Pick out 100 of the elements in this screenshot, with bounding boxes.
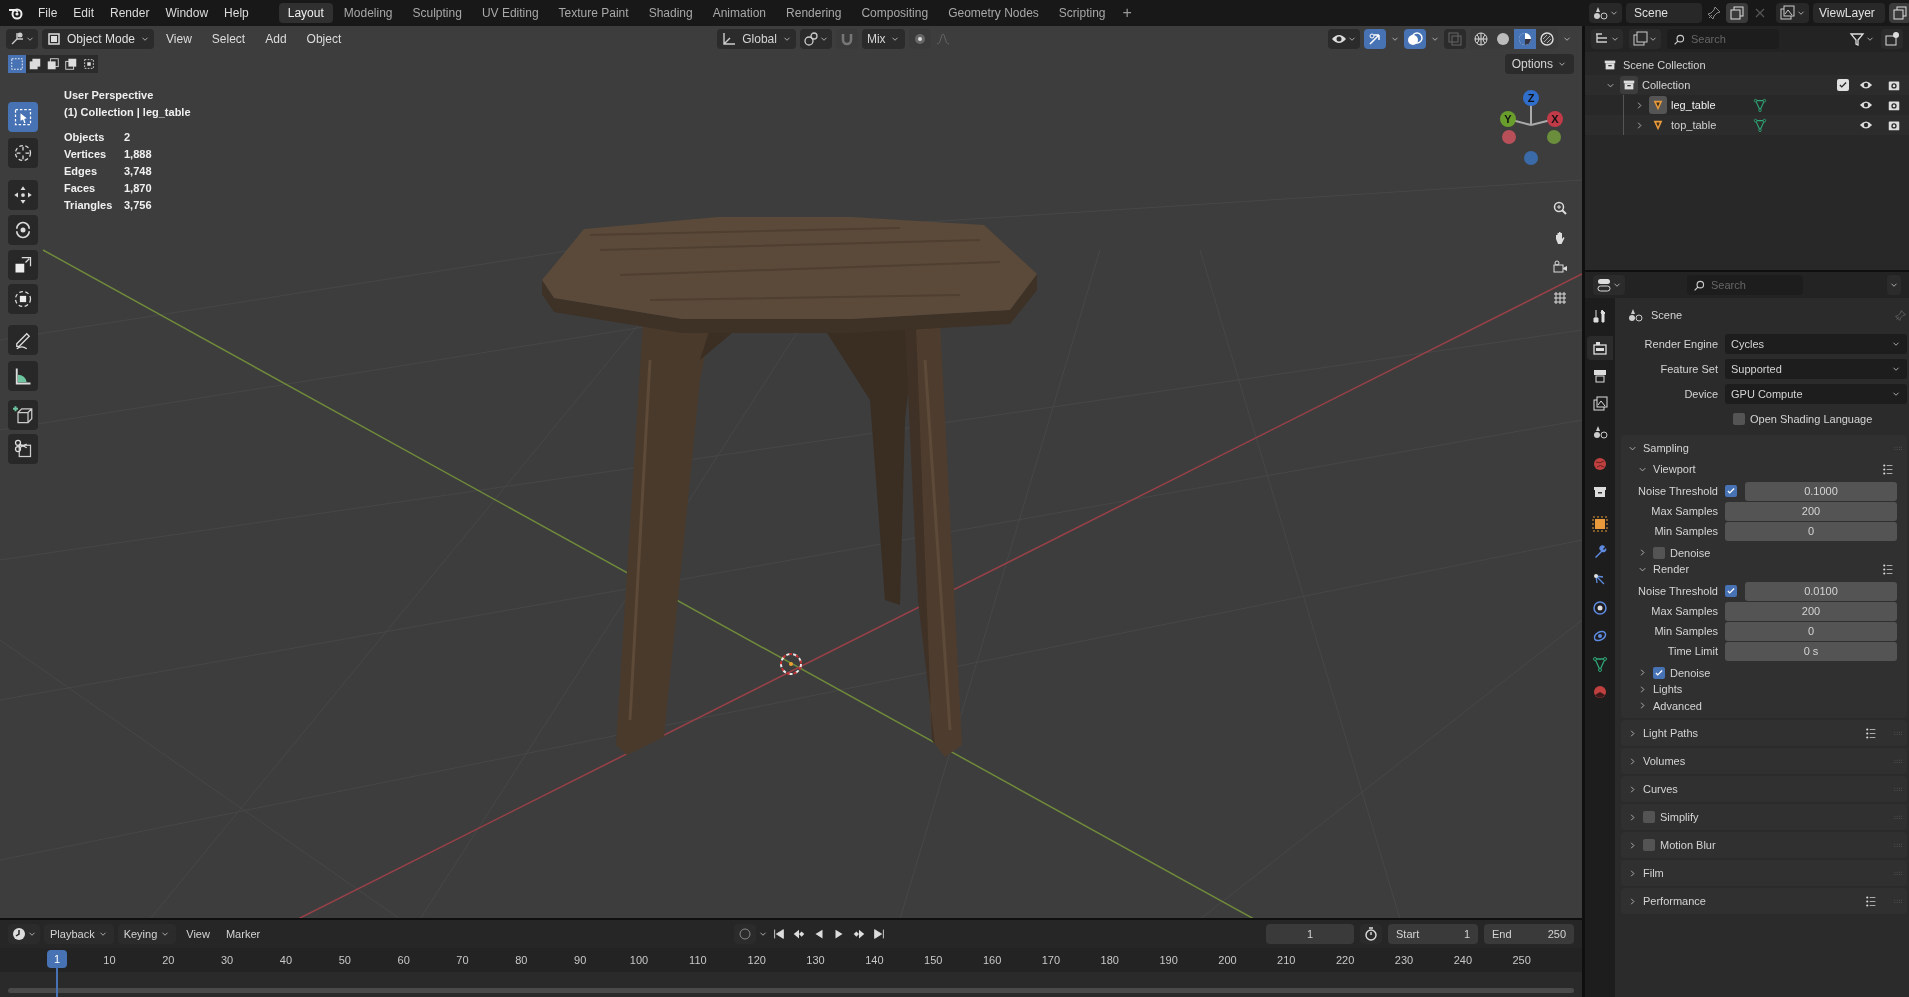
frame-number: 130: [805, 952, 826, 968]
dropdown-field[interactable]: GPU Compute: [1725, 384, 1907, 404]
frame-number: 60: [396, 952, 411, 968]
frame-number: 20: [161, 952, 176, 968]
workspace-tab[interactable]: UV Editing: [472, 3, 548, 23]
current-frame-field[interactable]: 1: [1266, 924, 1354, 944]
panel-title[interactable]: Simplify: [1660, 808, 1699, 826]
view-layer-name-field[interactable]: ViewLayer: [1813, 3, 1885, 23]
frame-number: 170: [1040, 952, 1062, 968]
search-field[interactable]: Search: [1687, 275, 1803, 295]
stat-label: Objects: [64, 130, 106, 145]
field-label: Feature Set: [1659, 361, 1719, 377]
dropdown-field[interactable]: Cycles: [1725, 334, 1907, 354]
panel-title[interactable]: Motion Blur: [1660, 836, 1716, 854]
menu-item[interactable]: Help: [216, 4, 257, 22]
field-label: Max Samples: [1650, 503, 1719, 519]
field-label: Min Samples: [1653, 523, 1719, 539]
orientation-dropdown[interactable]: Global: [717, 29, 796, 49]
options-dropdown[interactable]: Options: [1504, 54, 1574, 74]
panel-title[interactable]: Light Paths: [1643, 724, 1699, 742]
timeline-menu-dropdown[interactable]: Playback: [44, 924, 114, 944]
snap-target-dropdown[interactable]: Mix: [861, 29, 905, 49]
workspace-tab[interactable]: Sculpting: [403, 3, 471, 23]
frame-number: 210: [1276, 952, 1297, 968]
workspace-tab[interactable]: Layout: [278, 3, 333, 23]
add-workspace-button[interactable]: +: [1116, 1, 1138, 25]
stat-label: Triangles: [64, 198, 114, 213]
frame-number: 70: [455, 952, 470, 968]
checkbox-label: Open Shading Language: [1750, 411, 1873, 427]
number-field[interactable]: 0: [1725, 621, 1897, 641]
header-menu[interactable]: Object: [298, 30, 350, 48]
header-menu[interactable]: Add: [257, 30, 295, 48]
playhead-frame[interactable]: 1: [47, 950, 67, 968]
frame-number: 50: [337, 952, 352, 968]
menu-item[interactable]: File: [30, 4, 66, 22]
axis-handle[interactable]: Y: [1500, 111, 1516, 127]
number-field[interactable]: 0.0100: [1745, 581, 1897, 601]
panel-title[interactable]: Denoise: [1670, 664, 1711, 681]
number-field[interactable]: 0: [1725, 521, 1897, 541]
panel-title[interactable]: Advanced: [1653, 697, 1702, 714]
active-object-info: (1) Collection | leg_table: [64, 105, 191, 120]
stat-label: Vertices: [64, 147, 108, 162]
panel-title[interactable]: Film: [1643, 864, 1664, 882]
frame-number: 120: [746, 952, 767, 968]
panel-title[interactable]: Render: [1653, 561, 1690, 578]
frame-number: 250: [1511, 952, 1532, 968]
menu-item[interactable]: Window: [157, 4, 217, 22]
panel-title[interactable]: Performance: [1643, 892, 1706, 910]
frame-number: 110: [688, 952, 708, 968]
field-label: Time Limit: [1666, 643, 1719, 659]
stat-value: 1,888: [124, 147, 153, 162]
dropdown-field[interactable]: Supported: [1725, 359, 1907, 379]
axis-handle[interactable]: X: [1547, 111, 1563, 127]
number-field[interactable]: 200: [1725, 601, 1897, 621]
number-field[interactable]: 0.1000: [1745, 481, 1897, 501]
search-field[interactable]: Search: [1667, 29, 1779, 49]
field-label: Device: [1683, 386, 1719, 402]
workspace-tab[interactable]: Modeling: [334, 3, 402, 23]
header-menu[interactable]: View: [158, 30, 200, 48]
axis-handle[interactable]: Z: [1523, 90, 1539, 106]
stat-value: 2: [124, 130, 132, 145]
workspace-tab[interactable]: Rendering: [777, 3, 851, 23]
stat-value: 3,756: [124, 198, 153, 213]
mode-dropdown[interactable]: Object Mode: [42, 29, 155, 49]
timeline-menu[interactable]: View: [180, 925, 216, 943]
outliner-item[interactable]: Scene Collection: [1623, 56, 1706, 74]
header-menu[interactable]: Select: [203, 30, 254, 48]
start-frame-field[interactable]: Start 1: [1388, 924, 1478, 944]
panel-title[interactable]: Curves: [1643, 780, 1678, 798]
end-frame-field[interactable]: End 250: [1484, 924, 1574, 944]
workspace-tab[interactable]: Texture Paint: [549, 3, 638, 23]
frame-number: 240: [1452, 952, 1473, 968]
stat-label: Edges: [64, 164, 98, 179]
panel-title[interactable]: Lights: [1653, 681, 1683, 698]
workspace-tab[interactable]: Scripting: [1049, 3, 1115, 23]
frame-number: 160: [981, 952, 1003, 968]
frame-number: 100: [628, 952, 650, 968]
field-label: Max Samples: [1650, 603, 1719, 619]
panel-title[interactable]: Viewport: [1653, 461, 1696, 478]
outliner-item[interactable]: leg_table: [1671, 96, 1749, 114]
panel-title[interactable]: Volumes: [1643, 752, 1686, 770]
scene-name-field[interactable]: Scene: [1626, 3, 1702, 23]
frame-number: 30: [220, 952, 235, 968]
frame-number: 180: [1099, 952, 1120, 968]
menu-item[interactable]: Render: [102, 4, 158, 22]
panel-title[interactable]: Sampling: [1643, 439, 1689, 457]
outliner-item[interactable]: Collection: [1642, 76, 1691, 94]
timeline-menu-dropdown[interactable]: Keying: [117, 924, 177, 944]
menu-item[interactable]: Edit: [65, 4, 103, 22]
frame-number: 90: [573, 952, 588, 968]
workspace-tab[interactable]: Animation: [703, 3, 776, 23]
panel-title[interactable]: Denoise: [1670, 544, 1711, 561]
number-field[interactable]: 0 s: [1725, 641, 1897, 661]
context-label: Scene: [1651, 307, 1683, 323]
workspace-tab[interactable]: Compositing: [852, 3, 938, 23]
workspace-tab[interactable]: Shading: [639, 3, 702, 23]
workspace-tab[interactable]: Geometry Nodes: [939, 3, 1048, 23]
number-field[interactable]: 200: [1725, 501, 1897, 521]
stat-label: Faces: [64, 181, 97, 196]
timeline-menu[interactable]: Marker: [219, 925, 267, 943]
